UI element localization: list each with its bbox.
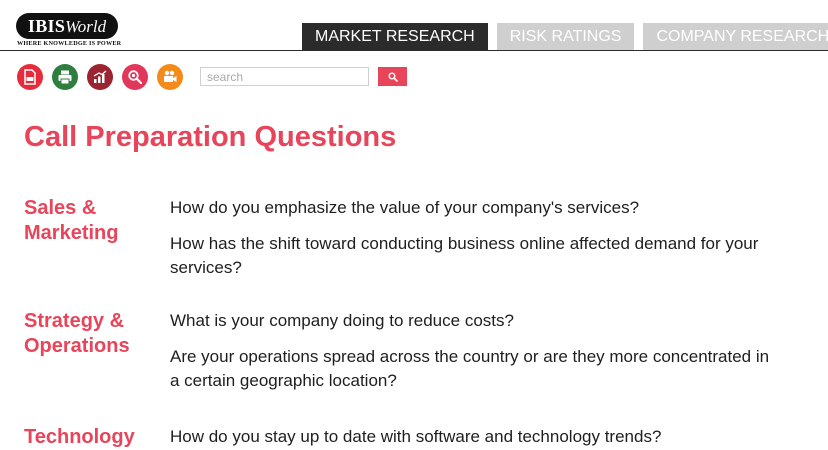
- search-icon: [388, 72, 398, 82]
- search-button[interactable]: [378, 67, 407, 86]
- tab-company-research[interactable]: COMPANY RESEARCH: [643, 23, 828, 51]
- section-label: Strategy & Operations: [24, 310, 130, 357]
- print-icon[interactable]: [52, 64, 78, 90]
- chart-icon[interactable]: [87, 64, 113, 90]
- question: How has the shift toward conducting busi…: [170, 234, 759, 277]
- pdf-icon[interactable]: [17, 64, 43, 90]
- question: What is your company doing to reduce cos…: [170, 311, 514, 330]
- tab-market-research[interactable]: MARKET RESEARCH: [302, 23, 488, 51]
- search-input[interactable]: [200, 67, 369, 86]
- section-label: Sales & Marketing: [24, 197, 119, 244]
- section-label: Technology: [24, 426, 135, 448]
- video-camera-icon[interactable]: [157, 64, 183, 90]
- header-divider: [0, 50, 828, 51]
- question: How do you emphasize the value of your c…: [170, 198, 640, 217]
- logo-world-text: World: [65, 17, 107, 36]
- question: Are your operations spread across the co…: [170, 347, 770, 390]
- main-nav: MARKET RESEARCH RISK RATINGS COMPANY RES…: [302, 23, 828, 51]
- logo-ibis-text: IBIS: [27, 16, 66, 36]
- toolbar: [17, 64, 192, 90]
- logo-wordmark: IBISWorld: [16, 13, 118, 39]
- search-zoom-icon[interactable]: [122, 64, 148, 90]
- logo-tagline: WHERE KNOWLEDGE IS POWER: [17, 40, 122, 47]
- tab-risk-ratings[interactable]: RISK RATINGS: [496, 23, 635, 51]
- ibisworld-logo[interactable]: IBISWorld WHERE KNOWLEDGE IS POWER: [16, 13, 122, 49]
- page-title: Call Preparation Questions: [24, 121, 397, 153]
- question: How do you stay up to date with software…: [170, 427, 662, 446]
